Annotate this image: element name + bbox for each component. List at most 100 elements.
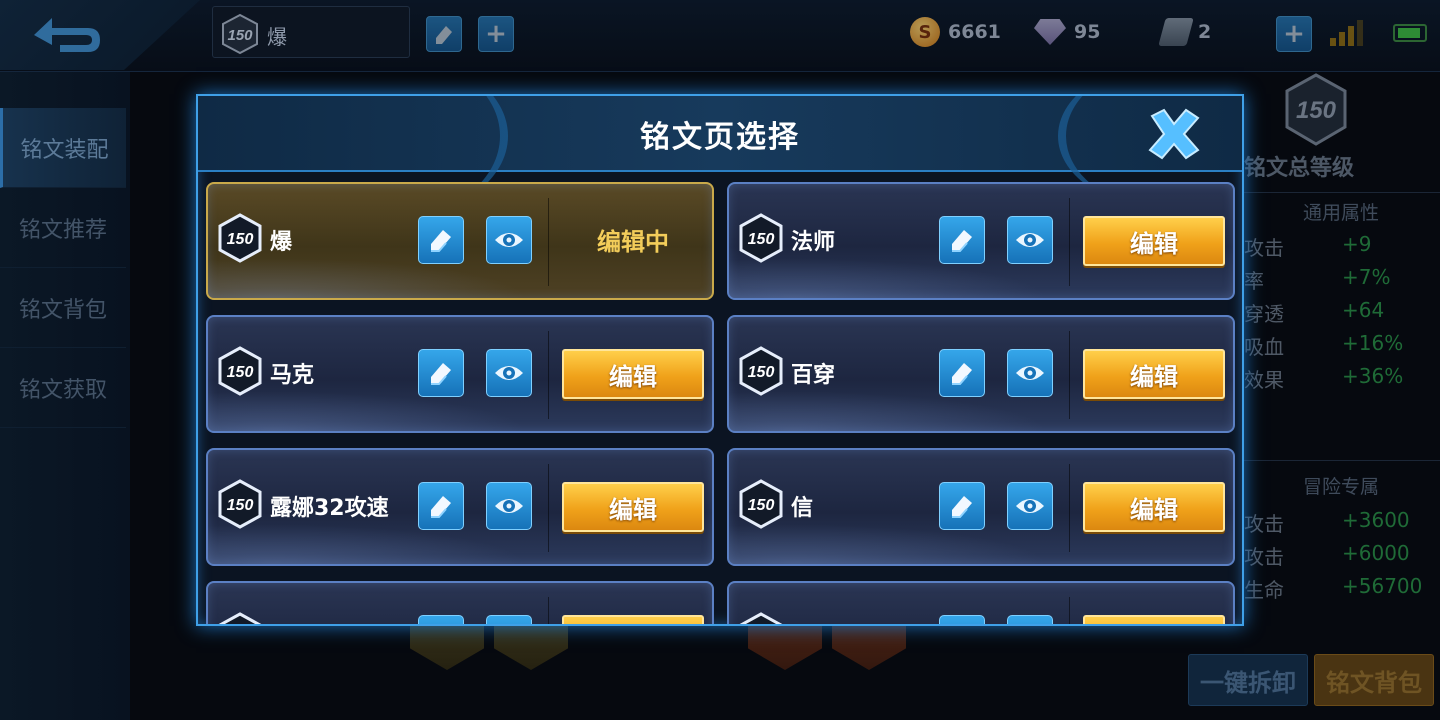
stat-row: 吸血 +16% xyxy=(1244,331,1440,363)
edit-button[interactable]: 编辑 xyxy=(1083,615,1225,624)
pencil-icon xyxy=(947,624,977,626)
stat-key: 穿透 xyxy=(1244,302,1284,326)
stat-row: 攻击 +3600 xyxy=(1244,508,1440,540)
dialog-title: 铭文页选择 xyxy=(640,120,800,155)
edit-button[interactable]: 编辑 xyxy=(562,615,704,624)
sidebar-item-rune-obtain[interactable]: 铭文获取 xyxy=(0,348,126,428)
svg-text:150: 150 xyxy=(227,27,253,44)
svg-text:150: 150 xyxy=(227,231,254,248)
add-page-button[interactable]: + xyxy=(478,16,514,52)
pencil-icon xyxy=(952,363,972,385)
rename-button[interactable] xyxy=(418,349,464,397)
preview-button[interactable] xyxy=(486,216,532,264)
ticket-counter: 2 xyxy=(1158,16,1211,48)
gold-value: 6661 xyxy=(948,21,1001,43)
current-rune-page[interactable]: 150 爆 xyxy=(212,6,410,58)
stat-value: +7% xyxy=(1342,265,1391,289)
divider xyxy=(1244,192,1440,193)
pencil-icon xyxy=(426,624,456,626)
rune-page-name: 百穿 xyxy=(791,363,836,388)
level-badge: 150 xyxy=(219,13,261,55)
diamond-counter: 95 xyxy=(1034,16,1100,48)
preview-button[interactable] xyxy=(1007,349,1053,397)
level-badge: 150 xyxy=(216,478,264,530)
stat-value: +3600 xyxy=(1342,508,1410,532)
pencil-icon xyxy=(952,230,972,252)
pencil-icon xyxy=(431,496,451,518)
rune-page-name: 法师 xyxy=(791,230,836,255)
diamond-icon xyxy=(1034,19,1066,45)
level-badge: 150 xyxy=(737,478,785,530)
divider xyxy=(1244,460,1440,461)
rename-button[interactable] xyxy=(418,216,464,264)
rune-page-card[interactable]: 150 百穿 编辑 xyxy=(727,315,1235,433)
edit-button[interactable]: 编辑 xyxy=(1083,482,1225,532)
rune-page-card[interactable]: 150 信 编辑 xyxy=(727,448,1235,566)
edit-button[interactable]: 编辑 xyxy=(1083,349,1225,399)
current-page-name: 爆 xyxy=(267,25,287,49)
stat-value: +36% xyxy=(1342,364,1404,388)
stat-row: 攻击 +6000 xyxy=(1244,541,1440,573)
stat-key: 攻击 xyxy=(1244,545,1284,569)
preview-button[interactable] xyxy=(1007,482,1053,530)
total-level-badge: 150 xyxy=(1283,72,1349,152)
rune-bag-button[interactable]: 铭文背包 xyxy=(1314,654,1434,706)
preview-button[interactable] xyxy=(1007,615,1053,624)
pencil-icon xyxy=(436,26,452,44)
stat-row: 攻击 +9 xyxy=(1244,232,1440,264)
rune-page-card[interactable]: 150 爆 编辑中 xyxy=(206,182,714,300)
rune-page-name: 信 xyxy=(791,496,814,521)
preview-button[interactable] xyxy=(486,482,532,530)
rename-button[interactable] xyxy=(939,216,985,264)
eye-icon xyxy=(1016,499,1044,513)
stat-value: +64 xyxy=(1342,298,1385,322)
rename-button[interactable] xyxy=(418,615,464,626)
signal-icon xyxy=(1330,18,1363,46)
rune-page-card[interactable]: 编辑 xyxy=(727,581,1235,626)
stat-value: +16% xyxy=(1342,331,1404,355)
pencil-icon xyxy=(431,230,451,252)
rune-page-select-dialog: 铭文页选择 150 爆编辑中 150 法师 编辑 150 马克 编辑 150 百穿 编辑 150 露娜3… xyxy=(196,94,1244,626)
rename-button[interactable] xyxy=(939,615,985,626)
preview-button[interactable] xyxy=(1007,216,1053,264)
battery-icon xyxy=(1393,24,1427,42)
rename-button[interactable] xyxy=(939,349,985,397)
edit-button[interactable]: 编辑 xyxy=(562,482,704,532)
diamond-value: 95 xyxy=(1074,21,1101,43)
sidebar: 铭文装配 铭文推荐 铭文背包 铭文获取 xyxy=(0,72,130,720)
close-button[interactable] xyxy=(1144,106,1204,162)
svg-text:150: 150 xyxy=(227,364,254,381)
rune-page-card[interactable]: 150 马克 编辑 xyxy=(206,315,714,433)
level-badge: 150 xyxy=(737,345,785,397)
stat-value: +56700 xyxy=(1342,574,1423,598)
rename-button[interactable] xyxy=(939,482,985,530)
gold-coin-icon: S xyxy=(910,17,940,47)
rename-button[interactable] xyxy=(418,482,464,530)
eye-icon xyxy=(1016,366,1044,380)
rename-page-button[interactable] xyxy=(426,16,462,52)
eye-icon xyxy=(495,499,523,513)
adventure-stats-title: 冒险专属 xyxy=(1302,476,1379,498)
rune-page-list: 150 爆编辑中 150 法师 编辑 150 马克 编辑 150 百穿 编辑 150 露娜32攻速 编辑 1… xyxy=(206,182,1238,626)
total-level-title: 铭文总等级 xyxy=(1244,156,1355,181)
edit-button[interactable]: 编辑 xyxy=(562,349,704,399)
edit-button[interactable]: 编辑 xyxy=(1083,216,1225,266)
sidebar-item-rune-recommend[interactable]: 铭文推荐 xyxy=(0,188,126,268)
preview-button[interactable] xyxy=(486,615,532,624)
preview-button[interactable] xyxy=(486,349,532,397)
stat-row: 效果 +36% xyxy=(1244,364,1440,396)
recharge-button[interactable]: + xyxy=(1276,16,1312,52)
sidebar-item-rune-bag[interactable]: 铭文背包 xyxy=(0,268,126,348)
rune-page-card[interactable]: 150 法师 编辑 xyxy=(727,182,1235,300)
ticket-icon xyxy=(1158,18,1194,46)
general-stats-title: 通用属性 xyxy=(1302,202,1379,224)
pencil-icon xyxy=(952,496,972,518)
rune-page-card[interactable]: 编辑 xyxy=(206,581,714,626)
sidebar-item-rune-assembly[interactable]: 铭文装配 xyxy=(0,108,126,188)
unequip-all-button[interactable]: 一键拆卸 xyxy=(1188,654,1308,706)
level-badge: 150 xyxy=(737,212,785,264)
stat-row: 生命 +56700 xyxy=(1244,574,1440,606)
rune-page-card[interactable]: 150 露娜32攻速 编辑 xyxy=(206,448,714,566)
stat-key: 生命 xyxy=(1244,578,1284,602)
level-badge xyxy=(737,611,785,624)
